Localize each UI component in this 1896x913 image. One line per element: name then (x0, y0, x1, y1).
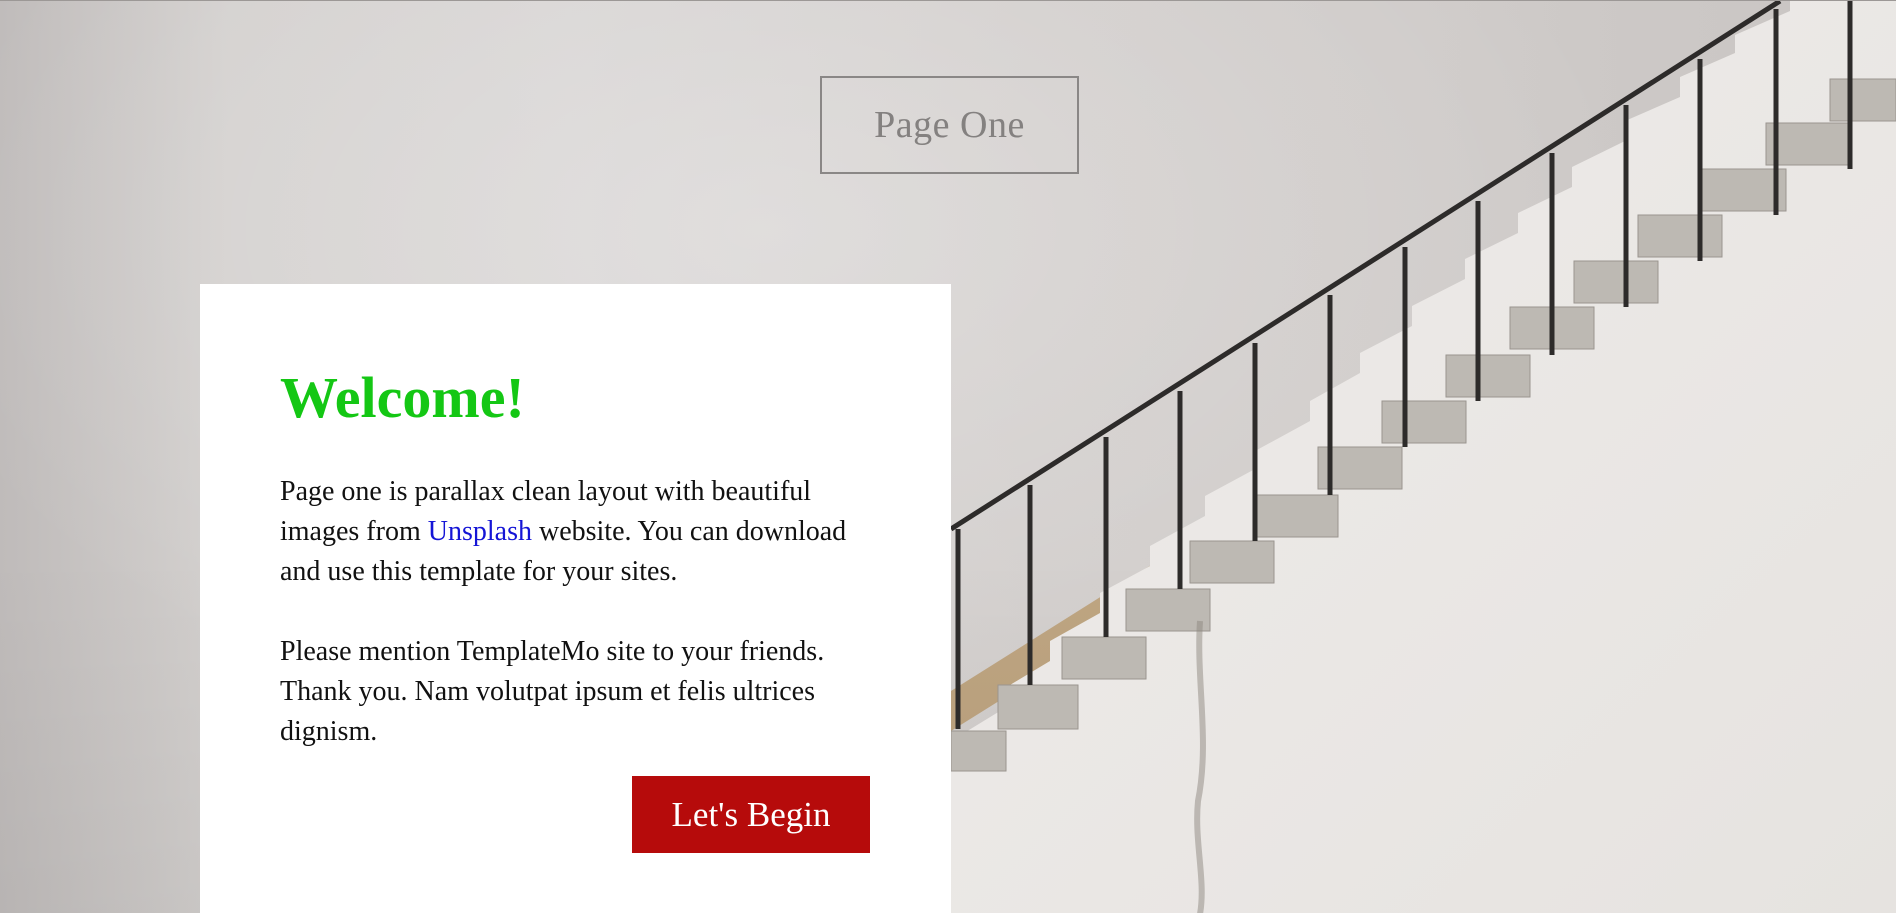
welcome-card: Welcome! Page one is parallax clean layo… (200, 284, 951, 913)
page: Page One Welcome! Page one is parallax c… (0, 0, 1896, 913)
mention-paragraph: Please mention TemplateMo site to your f… (280, 636, 825, 747)
welcome-title: Welcome! (280, 365, 525, 430)
unsplash-link[interactable]: Unsplash (428, 516, 532, 547)
lets-begin-button[interactable]: Let's Begin (632, 776, 870, 853)
site-logo[interactable]: Page One (820, 76, 1079, 174)
intro-paragraph: Page one is parallax clean layout with b… (280, 472, 890, 592)
stair-wall (951, 1, 1896, 913)
